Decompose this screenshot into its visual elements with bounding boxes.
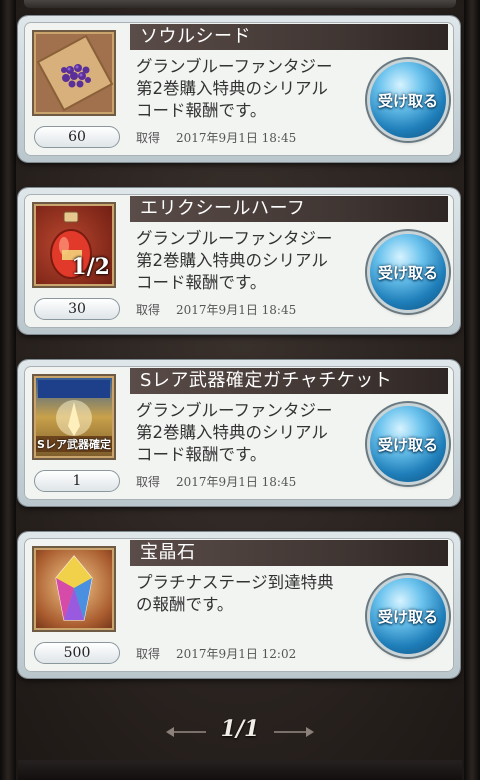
acquired-date: 2017年9月1日 18:45 — [176, 131, 297, 145]
item-quantity: 60 — [34, 126, 120, 148]
acquired-date-row: 取得 2017年9月1日 12:02 — [136, 645, 296, 662]
elixir-half-icon: 1/2 — [32, 202, 116, 288]
acquired-date: 2017年9月1日 12:02 — [176, 647, 297, 661]
item-quantity: 1 — [34, 470, 120, 492]
bottom-frame — [18, 760, 462, 780]
item-description: グランブルーファンタジー 第2巻購入特典のシリアル コード報酬です。 — [136, 57, 333, 120]
item-name: 宝晶石 — [130, 540, 448, 566]
receive-button[interactable]: 受け取る — [370, 578, 446, 654]
item-name: Sレア武器確定ガチャチケット — [130, 368, 448, 394]
present-card-2: 1/2 エリクシールハーフ グランブルーファンタジー 第2巻購入特典のシリアル … — [18, 188, 460, 334]
acquired-date: 2017年9月1日 18:45 — [176, 303, 297, 317]
ticket-overlay: Sレア武器確定 — [36, 436, 112, 452]
acquired-date-row: 取得 2017年9月1日 18:45 — [136, 301, 296, 318]
crystal-icon — [32, 546, 116, 632]
acquired-label: 取得 — [136, 131, 161, 145]
item-quantity: 30 — [34, 298, 120, 320]
pager: 1/1 — [0, 712, 480, 746]
receive-button[interactable]: 受け取る — [370, 234, 446, 310]
item-name: ソウルシード — [130, 24, 448, 50]
half-overlay: 1/2 — [71, 254, 110, 280]
receive-button[interactable]: 受け取る — [370, 62, 446, 138]
present-card-4: 宝晶石 プラチナステージ到達特典 の報酬です。 500 取得 2017年9月1日 … — [18, 532, 460, 678]
receive-button[interactable]: 受け取る — [370, 406, 446, 482]
acquired-date-row: 取得 2017年9月1日 18:45 — [136, 129, 296, 146]
frame-left — [0, 0, 16, 780]
item-description: グランブルーファンタジー 第2巻購入特典のシリアル コード報酬です。 — [136, 229, 333, 292]
item-quantity: 500 — [34, 642, 120, 664]
page-indicator: 1/1 — [220, 716, 260, 742]
acquired-date: 2017年9月1日 18:45 — [176, 475, 297, 489]
next-page-arrow-icon[interactable] — [274, 726, 315, 737]
frame-right — [464, 0, 480, 780]
prev-page-arrow-icon[interactable] — [165, 726, 206, 737]
acquired-label: 取得 — [136, 303, 161, 317]
acquired-date-row: 取得 2017年9月1日 18:45 — [136, 473, 296, 490]
item-name: エリクシールハーフ — [130, 196, 448, 222]
present-card-3: Sレア武器確定 Sレア武器確定ガチャチケット グランブルーファンタジー 第2巻購… — [18, 360, 460, 506]
acquired-label: 取得 — [136, 647, 161, 661]
soul-seed-icon — [32, 30, 116, 116]
item-description: グランブルーファンタジー 第2巻購入特典のシリアル コード報酬です。 — [136, 401, 333, 464]
top-frame — [24, 0, 456, 8]
item-description: プラチナステージ到達特典 の報酬です。 — [136, 573, 334, 614]
acquired-label: 取得 — [136, 475, 161, 489]
present-card-1: ソウルシード グランブルーファンタジー 第2巻購入特典のシリアル コード報酬です… — [18, 16, 460, 162]
gacha-ticket-icon: Sレア武器確定 — [32, 374, 116, 460]
